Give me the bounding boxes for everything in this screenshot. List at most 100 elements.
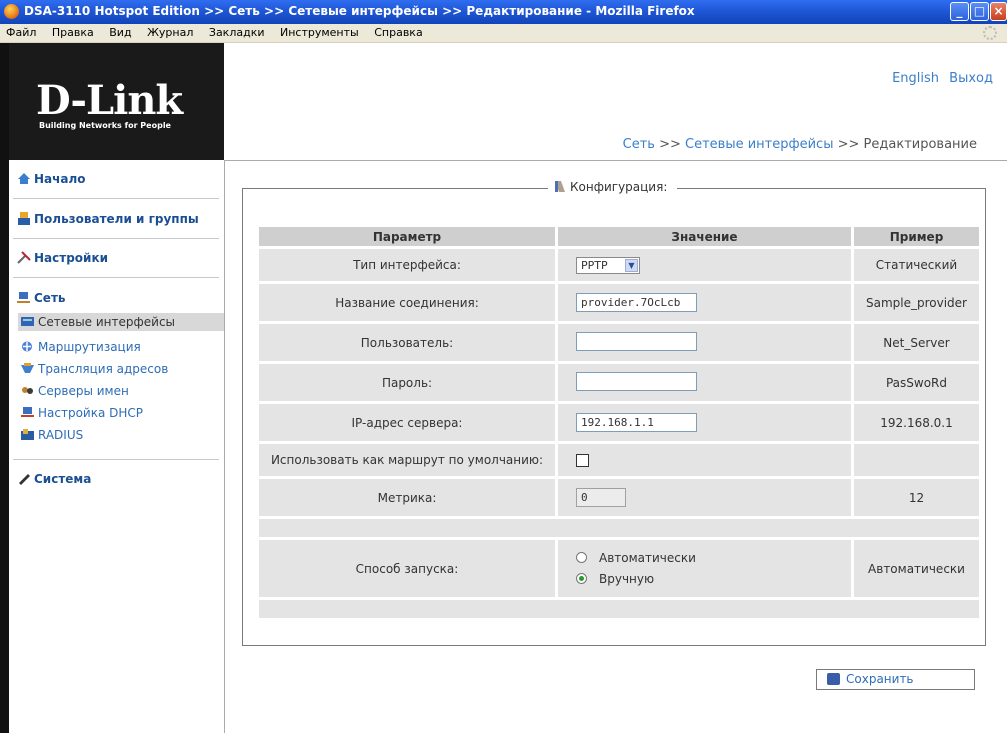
default-route-checkbox[interactable] [576, 454, 589, 467]
window-title: DSA-3110 Hotspot Edition >> Сеть >> Сете… [24, 4, 695, 18]
sidebar-item-label: Сетевые интерфейсы [38, 315, 176, 329]
content-top-rule [224, 160, 1007, 161]
throbber-icon [983, 26, 997, 40]
sidebar-section-network[interactable]: Сеть [17, 291, 217, 305]
chevron-down-icon[interactable]: ▼ [625, 258, 638, 272]
table-row: Способ запуска: Автоматически Вручную Ав… [259, 540, 979, 597]
sidebar-item-dhcp[interactable]: Настройка DHCP [21, 404, 224, 422]
conn-name-cell: provider.7OcLcb [555, 284, 851, 321]
dns-icon [21, 383, 34, 394]
startup-option-auto[interactable]: Автоматически [576, 551, 851, 565]
content-left-rule [224, 160, 225, 733]
menu-file[interactable]: Файл [6, 24, 36, 42]
sidebar-item-label: Настройка DHCP [38, 406, 144, 420]
table-spacer-row [259, 519, 979, 537]
table-row: Пользователь: Net_Server [259, 324, 979, 361]
sidebar-item-radius[interactable]: RADIUS [21, 426, 224, 444]
sidebar-section-label: Начало [34, 172, 86, 186]
iface-type-example: Статический [851, 249, 979, 281]
sidebar-section-system[interactable]: Система [17, 472, 217, 486]
breadcrumb-network[interactable]: Сеть [623, 137, 655, 152]
menu-help[interactable]: Справка [374, 24, 422, 42]
sidebar-item-label: Серверы имен [38, 384, 129, 398]
menu-tools[interactable]: Инструменты [280, 24, 359, 42]
server-ip-example: 192.168.0.1 [851, 404, 979, 441]
user-input[interactable] [576, 331, 697, 351]
password-label: Пароль: [259, 364, 555, 401]
language-link[interactable]: English [892, 71, 939, 86]
sidebar-section-label: Система [34, 472, 92, 486]
sidebar-item-label: Маршрутизация [38, 340, 141, 354]
table-spacer-row [259, 600, 979, 618]
column-header-parameter: Параметр [259, 227, 555, 246]
radio-auto[interactable] [576, 552, 587, 563]
menu-bar: Файл Правка Вид Журнал Закладки Инструме… [0, 24, 1007, 43]
sidebar-divider [13, 198, 219, 199]
firefox-icon [4, 4, 19, 19]
frame-left-edge [0, 43, 9, 733]
conn-name-input[interactable]: provider.7OcLcb [576, 293, 697, 312]
maximize-button[interactable]: □ [970, 2, 989, 21]
breadcrumb-separator: >> [659, 137, 681, 152]
metric-input[interactable]: 0 [576, 488, 626, 507]
table-header-row: Параметр Значение Пример [259, 227, 979, 246]
startup-option-manual[interactable]: Вручную [576, 572, 851, 586]
sidebar-item-nat[interactable]: Трансляция адресов [21, 360, 224, 378]
user-cell [555, 324, 851, 361]
sidebar-section-users[interactable]: Пользователи и группы [17, 212, 217, 226]
server-ip-input[interactable]: 192.168.1.1 [576, 413, 697, 432]
password-cell [555, 364, 851, 401]
menu-edit[interactable]: Правка [52, 24, 94, 42]
conn-name-label: Название соединения: [259, 284, 555, 321]
iface-type-select[interactable]: PPTP ▼ [576, 256, 640, 274]
config-icon [554, 180, 566, 193]
logout-link[interactable]: Выход [949, 71, 993, 86]
default-route-cell [555, 444, 851, 476]
config-table: Параметр Значение Пример Тип интерфейса:… [259, 224, 979, 621]
sidebar-item-interfaces[interactable]: Сетевые интерфейсы [18, 313, 225, 331]
breadcrumb-current: Редактирование [863, 137, 977, 152]
startup-cell: Автоматически Вручную [555, 540, 851, 597]
top-links: English Выход [886, 71, 993, 86]
save-button[interactable]: Сохранить [816, 669, 975, 690]
tools-icon [17, 251, 31, 264]
table-row: Использовать как маршрут по умолчанию: [259, 444, 979, 476]
sidebar: Начало Пользователи и группы Настройки С… [9, 160, 225, 733]
config-legend: Конфигурация: [548, 180, 678, 194]
logo-panel: D-Link Building Networks for People [9, 43, 224, 160]
save-button-label: Сохранить [846, 672, 914, 686]
floppy-disk-icon [827, 673, 840, 685]
password-example: PasSwoRd [851, 364, 979, 401]
sidebar-section-settings[interactable]: Настройки [17, 251, 217, 265]
close-window-button[interactable]: × [990, 2, 1007, 21]
menu-bookmarks[interactable]: Закладки [209, 24, 265, 42]
window-titlebar: DSA-3110 Hotspot Edition >> Сеть >> Сете… [0, 0, 1007, 24]
sidebar-section-label: Пользователи и группы [34, 212, 199, 226]
metric-cell: 0 [555, 479, 851, 516]
config-legend-text: Конфигурация: [570, 180, 668, 194]
sidebar-section-label: Настройки [34, 251, 109, 265]
sidebar-divider [13, 459, 219, 460]
table-row: Метрика: 0 12 [259, 479, 979, 516]
default-route-label: Использовать как маршрут по умолчанию: [259, 444, 555, 476]
startup-label: Способ запуска: [259, 540, 555, 597]
user-label: Пользователь: [259, 324, 555, 361]
password-input[interactable] [576, 371, 697, 391]
minimize-button[interactable]: _ [950, 2, 969, 21]
breadcrumb-separator: >> [837, 137, 860, 152]
iface-type-label: Тип интерфейса: [259, 249, 555, 281]
radio-manual[interactable] [576, 573, 587, 584]
radius-icon [21, 427, 34, 440]
sidebar-item-dns[interactable]: Серверы имен [21, 382, 224, 400]
default-route-example [851, 444, 979, 476]
sidebar-item-routing[interactable]: Маршрутизация [21, 338, 224, 356]
table-row: IP-адрес сервера: 192.168.1.1 192.168.0.… [259, 404, 979, 441]
conn-name-example: Sample_provider [851, 284, 979, 321]
breadcrumb-interfaces[interactable]: Сетевые интерфейсы [685, 137, 833, 152]
sidebar-section-home[interactable]: Начало [17, 172, 217, 186]
menu-history[interactable]: Журнал [147, 24, 193, 42]
menu-view[interactable]: Вид [109, 24, 131, 42]
sidebar-item-label: RADIUS [38, 428, 84, 442]
table-row: Пароль: PasSwoRd [259, 364, 979, 401]
logo-tagline: Building Networks for People [39, 121, 171, 130]
